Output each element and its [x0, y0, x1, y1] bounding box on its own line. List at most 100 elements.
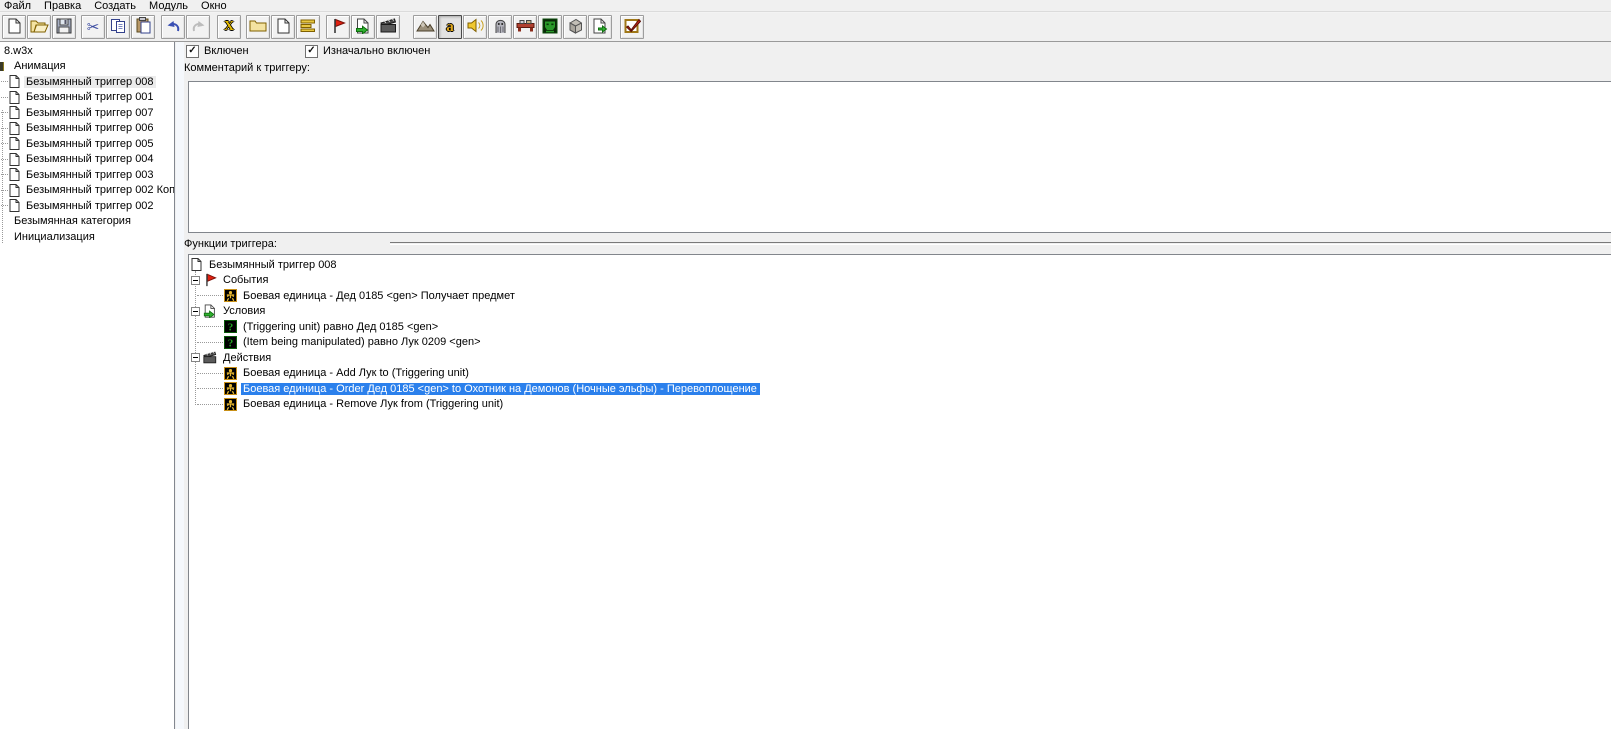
trigger-node[interactable]: Безымянный триггер 007: [0, 105, 174, 121]
initially-on-checkbox[interactable]: [305, 44, 318, 58]
menu-module[interactable]: Модуль: [145, 0, 197, 11]
trigger-page-icon: [9, 137, 20, 151]
check-map-button[interactable]: [620, 15, 644, 39]
trigger-page-icon: [9, 152, 20, 166]
action-item[interactable]: Боевая единица - Add Лук to (Triggering …: [190, 366, 1611, 382]
trigger-list-panel: 8.w3x Анимация Безымянный триггер 008 Бе…: [0, 42, 175, 729]
campaign-editor-button[interactable]: [513, 15, 537, 39]
import-manager-button[interactable]: [588, 15, 612, 39]
green-face-icon: [542, 18, 558, 37]
events-section-node[interactable]: События: [190, 273, 1611, 289]
clapper-icon: [379, 18, 397, 36]
flag-icon: [331, 18, 346, 37]
menu-file[interactable]: Файл: [0, 0, 40, 11]
new-condition-button[interactable]: [351, 15, 375, 39]
actions-section-node[interactable]: Действия: [190, 350, 1611, 366]
functions-label: Функции триггера:: [184, 238, 277, 250]
svg-text:?: ?: [228, 322, 234, 334]
new-comment-button[interactable]: [296, 15, 320, 39]
action-item[interactable]: Боевая единица - Remove Лук from (Trigge…: [190, 397, 1611, 413]
unit-icon: [224, 382, 237, 396]
condition-question-icon: ?: [224, 320, 237, 334]
panel-splitter[interactable]: [176, 42, 184, 729]
unit-icon: [224, 366, 237, 380]
menu-bar: Файл Правка Создать Модуль Окно: [0, 0, 1611, 11]
enabled-checkbox-row: Включен: [186, 44, 249, 58]
collapse-icon[interactable]: [191, 353, 200, 363]
menu-edit[interactable]: Правка: [40, 0, 90, 11]
paste-icon: [136, 17, 151, 37]
menu-create[interactable]: Создать: [90, 0, 145, 11]
terrain-editor-button[interactable]: [413, 15, 437, 39]
trigger-page-icon: [9, 121, 20, 135]
new-event-button[interactable]: [326, 15, 350, 39]
function-root-node[interactable]: Безымянный триггер 008: [190, 257, 1611, 273]
trigger-detail-panel: Включен Изначально включен Комментарий к…: [184, 42, 1611, 729]
collapse-icon[interactable]: [191, 306, 200, 316]
trigger-node[interactable]: Безымянный триггер 005: [0, 136, 174, 152]
redo-button[interactable]: [186, 15, 210, 39]
trigger-node[interactable]: Безымянный триггер 008: [0, 74, 174, 90]
trigger-node[interactable]: Безымянный триггер 002 Коп: [0, 183, 174, 199]
trigger-node[interactable]: Безымянный триггер 002: [0, 198, 174, 214]
category-node[interactable]: Анимация: [0, 59, 174, 75]
comment-textarea[interactable]: [188, 81, 1611, 233]
delete-button[interactable]: X: [217, 15, 241, 39]
action-clapper-icon: [203, 351, 217, 364]
new-map-button[interactable]: [2, 15, 26, 39]
paste-button[interactable]: [131, 15, 155, 39]
new-trigger-button[interactable]: [271, 15, 295, 39]
scissors-icon: ✂: [86, 19, 100, 36]
new-category-button[interactable]: [246, 15, 270, 39]
letter-a-icon: a: [446, 18, 454, 35]
undo-icon: [165, 19, 182, 36]
open-map-button[interactable]: [27, 15, 51, 39]
event-item[interactable]: Боевая единица - Дед 0185 <gen> Получает…: [190, 288, 1611, 304]
category-node[interactable]: Безымянная категория: [0, 214, 174, 230]
conditions-section-node[interactable]: Условия: [190, 304, 1611, 320]
import-page-icon: [592, 18, 608, 37]
toolbar: ✂ X a: [0, 13, 1611, 42]
initially-on-label: Изначально включен: [323, 45, 431, 57]
trigger-page-icon: [9, 168, 20, 182]
action-item-selected[interactable]: Боевая единица - Order Дед 0185 <gen> to…: [190, 381, 1611, 397]
redo-icon: [190, 19, 207, 36]
ai-editor-button[interactable]: [538, 15, 562, 39]
copy-button[interactable]: [106, 15, 130, 39]
functions-splitter-handle[interactable]: [390, 242, 1611, 245]
cube-icon: [567, 18, 584, 37]
condition-item[interactable]: ? (Triggering unit) равно Дед 0185 <gen>: [190, 319, 1611, 335]
condition-item[interactable]: ? (Item being manipulated) равно Лук 020…: [190, 335, 1611, 351]
new-document-icon: [8, 18, 21, 37]
trigger-node[interactable]: Безымянный триггер 004: [0, 152, 174, 168]
cut-button[interactable]: ✂: [81, 15, 105, 39]
trigger-page-icon: [191, 258, 202, 272]
sound-editor-button[interactable]: [463, 15, 487, 39]
menu-window[interactable]: Окно: [197, 0, 236, 11]
condition-page-icon: [355, 18, 371, 37]
copy-icon: [110, 18, 126, 37]
trigger-page-icon: [9, 90, 20, 104]
enabled-checkbox[interactable]: [186, 44, 199, 58]
comment-label: Комментарий к триггеру:: [184, 62, 310, 74]
trigger-page-icon: [9, 106, 20, 120]
trigger-node[interactable]: Безымянный триггер 006: [0, 121, 174, 137]
condition-question-icon: ?: [224, 335, 237, 349]
save-map-button[interactable]: [52, 15, 76, 39]
undo-button[interactable]: [161, 15, 185, 39]
new-action-button[interactable]: [376, 15, 400, 39]
save-icon: [56, 18, 72, 37]
map-root-node[interactable]: 8.w3x: [0, 43, 174, 59]
delete-x-icon: X: [223, 19, 235, 34]
category-node[interactable]: Инициализация: [0, 229, 174, 245]
collapse-icon[interactable]: [191, 275, 200, 285]
red-check-icon: [624, 17, 641, 37]
comment-lines-icon: [300, 19, 316, 36]
object-manager-button[interactable]: [563, 15, 587, 39]
trigger-node[interactable]: Безымянный триггер 001: [0, 90, 174, 106]
trigger-page-icon: [9, 75, 20, 89]
trigger-node[interactable]: Безымянный триггер 003: [0, 167, 174, 183]
object-editor-button[interactable]: [488, 15, 512, 39]
trigger-editor-button[interactable]: a: [438, 15, 462, 39]
trigger-page-icon: [9, 183, 20, 197]
